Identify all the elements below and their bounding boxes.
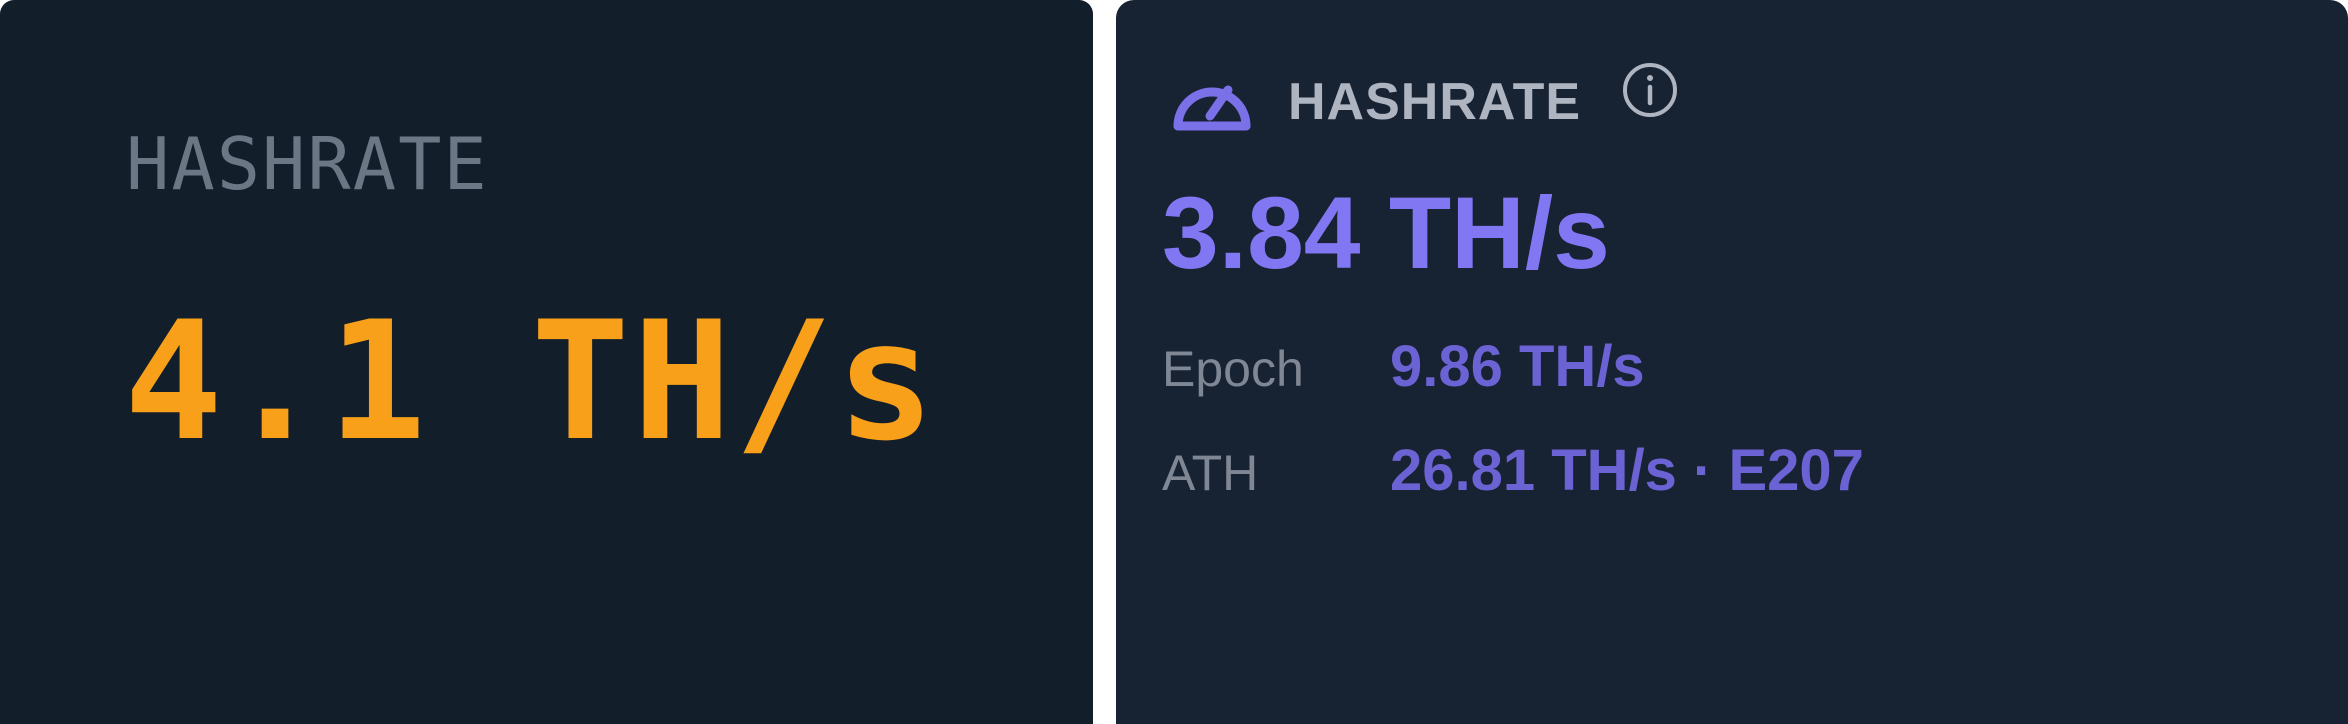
stat-label: Epoch <box>1162 341 1304 397</box>
card-title: HASHRATE <box>1288 73 1582 131</box>
stat-label: ATH <box>1162 445 1259 501</box>
card-label: HASHRATE <box>126 122 489 206</box>
stat-row-ath: ATH 26.81 TH/s · E207 <box>1162 442 1864 500</box>
stat-value: 26.81 TH/s · E207 <box>1390 438 1864 503</box>
hashrate-card-right: HASHRATE 3.84 TH/s Epoch 9.86 TH/s ATH 2… <box>1116 0 2348 724</box>
screenshot-stage: HASHRATE 4.1 TH/s HASHRATE 3.84 TH/s Epo… <box>0 0 2348 724</box>
stat-value: 9.86 TH/s <box>1390 334 1645 399</box>
gauge-icon <box>1168 62 1256 142</box>
hashrate-value: 3.84 TH/s <box>1162 176 1610 290</box>
hashrate-card-left: HASHRATE 4.1 TH/s <box>0 0 1093 724</box>
card-header: HASHRATE <box>1168 62 1679 142</box>
info-icon[interactable] <box>1621 61 1679 119</box>
stat-row-epoch: Epoch 9.86 TH/s <box>1162 338 1645 396</box>
hashrate-value: 4.1 TH/s <box>124 286 938 477</box>
